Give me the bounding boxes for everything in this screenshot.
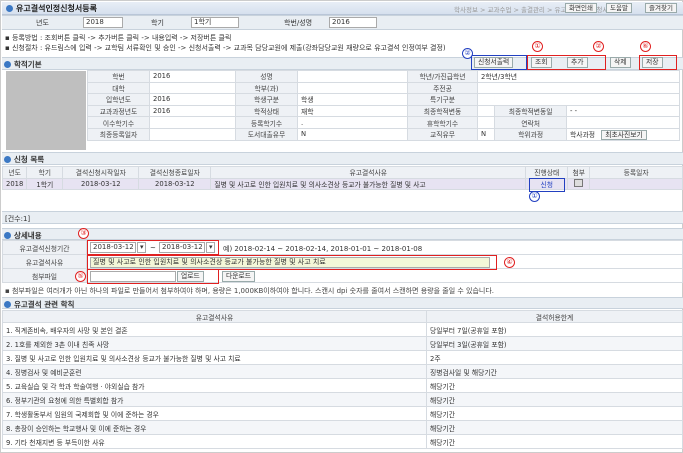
reason-text: 8. 총장이 승인하는 학교행사 및 이에 준하는 경우 [2, 420, 427, 435]
help-button[interactable]: 도움말 [606, 3, 632, 13]
callout-box-upload [87, 269, 219, 284]
callout-box-print [471, 55, 527, 70]
reason-limit: 해당기간 [426, 406, 683, 421]
reason-limit: 2주 [426, 350, 683, 365]
reason-limit: 당일부터 7일(공휴일 포함) [426, 322, 683, 337]
reason-text: 5. 교육실습 및 각 학과 학술여행 · 야외실습 참가 [2, 378, 427, 393]
print-screen-button[interactable]: 화면인쇄 [565, 3, 597, 13]
reasons-bar [2, 297, 683, 309]
student-photo [6, 71, 86, 150]
reason-row: 6. 정부기관의 요청에 의한 특별회합 참가 해당기간 [2, 392, 683, 407]
reason-text: 3. 질병 및 사고로 인한 입원치료 및 의사소견상 등교가 불가능한 질병 … [2, 350, 427, 365]
section-dot-icon [4, 301, 11, 308]
callout-6-save: ⑥ [640, 41, 651, 52]
reason-text: 1. 직계존비속, 배우자의 사망 및 본인 결혼 [2, 322, 427, 337]
first-photo-button[interactable]: 최초사진보기 [601, 130, 647, 140]
table-row[interactable]: 2018 1학기 2018-03-12 2018-03-12 질병 및 사고로 인한 입… [1, 177, 683, 191]
apply-list-title: 신청 목록 [2, 154, 44, 165]
term-label: 학기 [151, 19, 164, 27]
reasons-table: 유고결석사유 결석허용한계 1. 직계존비속, 배우자의 사망 및 본인 결혼 당일… [2, 310, 683, 449]
reason-text: 6. 정부기관의 요청에 의한 특별회합 참가 [2, 392, 427, 407]
section-dot-icon [4, 156, 11, 163]
callout-1-search: ① [532, 41, 543, 52]
reason-row: 9. 기타 천재지변 등 부득이한 사유 해당기간 [2, 434, 683, 449]
callout-2-print: ② [462, 48, 473, 59]
callout-2-add: ② [593, 41, 604, 52]
callout-box-reason [87, 255, 497, 270]
instruction-procedure: ▪ 신청절차 : 유드림스에 입력 -> 교학팀 서류확인 및 승인 -> 신청… [5, 44, 446, 52]
year-select[interactable]: 2018 [83, 17, 123, 28]
reason-row: 5. 교육실습 및 각 학과 학술여행 · 야외실습 참가 해당기간 [2, 378, 683, 393]
apply-list-bar [2, 152, 683, 165]
reason-row: 8. 총장이 승인하는 학교행사 및 이에 준하는 경우 해당기간 [2, 420, 683, 435]
reason-row: 1. 직계존비속, 배우자의 사망 및 본인 결혼 당일부터 7일(공휴일 포함) [2, 322, 683, 337]
title-bar: 유고결석인정신청서등록 학사정보 > 교과수업 > 출결관리 > 유고결석인정신… [2, 2, 683, 15]
section-dot-icon [4, 232, 11, 239]
reason-limit: 징병검사일 및 해당기간 [426, 364, 683, 379]
reason-text: 9. 기타 천재지변 등 부득이한 사유 [2, 434, 427, 449]
callout-box-save [639, 55, 677, 70]
reasons-title: 유고결석 관련 학칙 [2, 299, 74, 310]
reason-text: 7. 학생활동부서 임원의 국제회합 및 이에 준하는 경우 [2, 406, 427, 421]
callout-box-search-add [527, 55, 606, 70]
reason-row: 3. 질병 및 사고로 인한 입원치료 및 의사소견상 등교가 불가능한 질병 … [2, 350, 683, 365]
reason-limit: 해당기간 [426, 434, 683, 449]
reason-limit: 해당기간 [426, 420, 683, 435]
callout-3-period: ③ [78, 228, 89, 239]
reason-limit: 해당기간 [426, 392, 683, 407]
instruction-method: ▪ 등록방법 : 조회버튼 클릭 -> 추가버튼 클릭 -> 내용입력 -> 저… [5, 34, 232, 42]
period-example: 예) 2018-02-14 ~ 2018-02-14, 2018-01-01 ~… [223, 245, 423, 253]
title-dot-icon [6, 5, 13, 12]
list-count: [건수:1] [5, 215, 31, 223]
reason-limit: 해당기간 [426, 378, 683, 393]
favorites-button[interactable]: 즐겨찾기 [645, 3, 677, 13]
student-section-title: 학적기본 [2, 59, 42, 70]
reason-row: 2. 1호를 제외한 3촌 이내 친족 사망 당일부터 3일(공휴일 포함) [2, 336, 683, 351]
callout-box-status [529, 178, 565, 192]
student-input[interactable]: 2016 [329, 17, 377, 28]
year-label: 년도 [36, 19, 49, 27]
student-label: 학번/성명 [284, 19, 313, 27]
reason-row: 7. 학생활동부서 임원의 국제회합 및 이에 준하는 경우 해당기간 [2, 406, 683, 421]
magnifier-icon [574, 179, 584, 187]
callout-box-period [87, 240, 219, 255]
reason-text: 2. 1호를 제외한 3촌 이내 친족 사망 [2, 336, 427, 351]
list-count-bar [2, 211, 683, 224]
apply-list-table: 년도 학기 결석신청시작일자 결석신청종료일자 유고결석사유 진행상태 첨부 등록일자 201… [1, 166, 683, 191]
callout-5-upload: ⑤ [75, 271, 86, 282]
student-info-table: 학번 2016 성명 학년/가진급학년 2학년/3학년 대학 학부(과) 주전공 입학년도 2… [87, 70, 680, 141]
reason-text: 4. 징병검사 및 예비군훈련 [2, 364, 427, 379]
section-dot-icon [4, 61, 11, 68]
window-frame: 유고결석인정신청서등록 학사정보 > 교과수업 > 출결관리 > 유고결석인정신… [0, 0, 683, 453]
callout-1-status: ① [529, 191, 540, 202]
download-button[interactable]: 다운로드 [222, 271, 256, 282]
upload-note: ▪ 첨부파일은 여러개가 아닌 하나의 파일로 만들어서 첨부하여야 하며, 용… [5, 287, 495, 295]
term-select[interactable]: 1학기 [191, 17, 239, 28]
detail-bar [2, 228, 683, 240]
page-title: 유고결석인정신청서등록 [16, 4, 97, 13]
reason-row: 4. 징병검사 및 예비군훈련 징병검사일 및 해당기간 [2, 364, 683, 379]
reason-limit: 당일부터 3일(공휴일 포함) [426, 336, 683, 351]
attachment-cell[interactable] [567, 177, 591, 191]
callout-4-reason: ④ [504, 257, 515, 268]
delete-button[interactable]: 삭제 [610, 57, 631, 68]
